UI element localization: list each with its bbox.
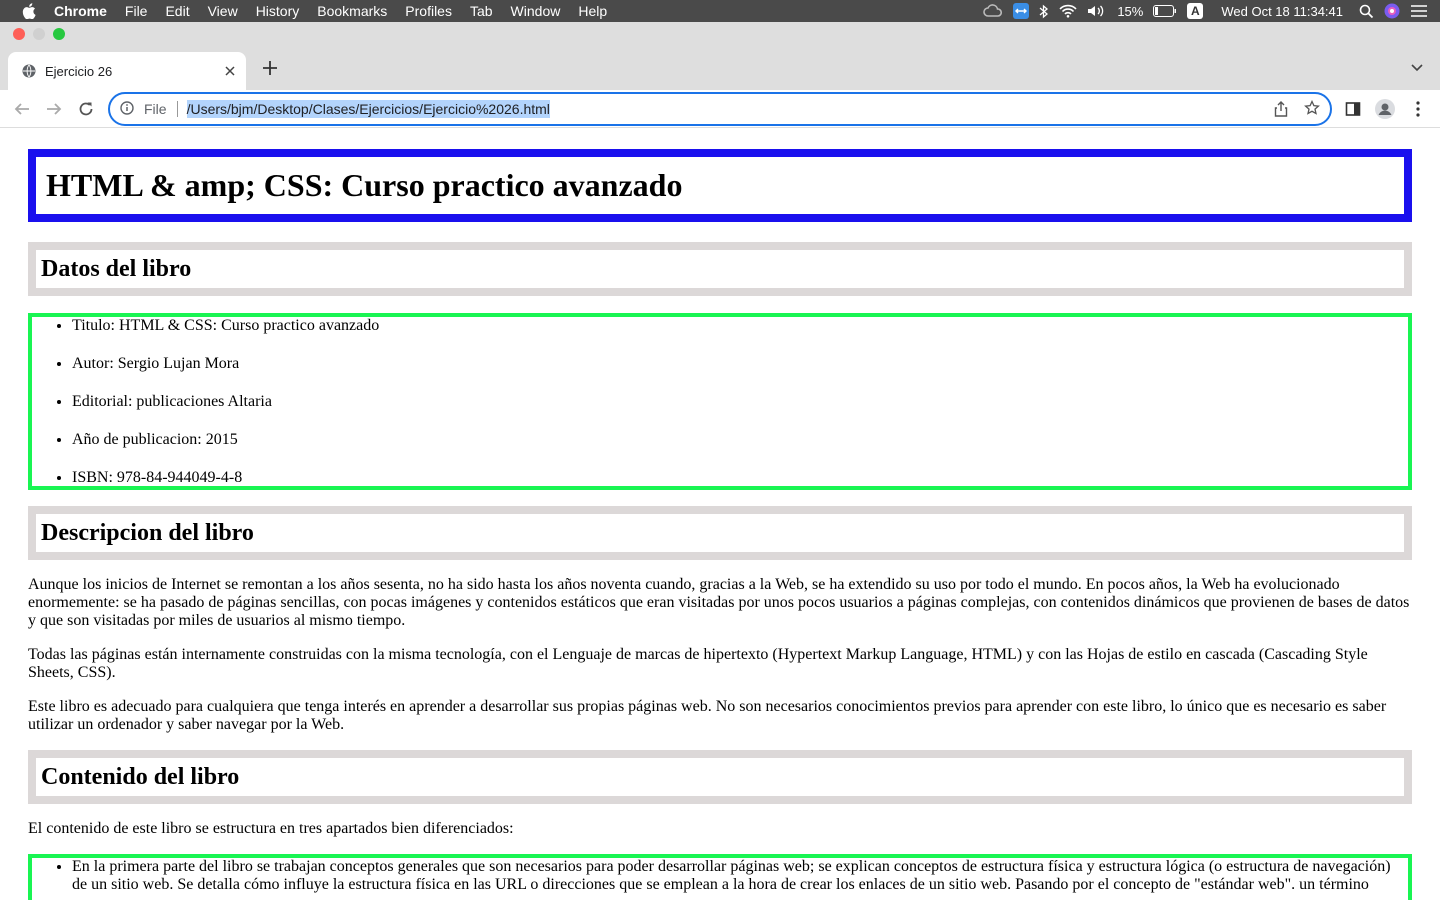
chrome-menu-icon[interactable]	[1407, 98, 1429, 120]
site-info-icon[interactable]	[120, 101, 136, 117]
apple-icon[interactable]	[20, 3, 38, 19]
list-item: ISBN: 978-84-944049-4-8	[72, 469, 1408, 487]
tab-active[interactable]: Ejercicio 26	[8, 52, 246, 90]
reload-button[interactable]	[75, 98, 97, 120]
list-item: Titulo: HTML & CSS: Curso practico avanz…	[72, 317, 1408, 335]
menu-app-name[interactable]: Chrome	[54, 0, 107, 22]
window-controls	[13, 28, 65, 40]
zoom-window-button[interactable]	[53, 28, 65, 40]
tab-search-chevron-icon[interactable]	[1410, 60, 1426, 76]
book-data-list-box: Titulo: HTML & CSS: Curso practico avanz…	[28, 313, 1412, 490]
section-heading-contenido: Contenido del libro	[41, 763, 240, 790]
battery-percent: 15%	[1117, 3, 1144, 19]
description-paragraph: Este libro es adecuado para cualquiera q…	[28, 698, 1387, 733]
siri-icon[interactable]	[1384, 3, 1400, 19]
contents-intro: El contenido de este libro se estructura…	[28, 820, 514, 837]
description-paragraph: Aunque los inicios de Internet se remont…	[28, 576, 1410, 629]
section-heading-datos: Datos del libro	[41, 255, 192, 282]
section-heading-descripcion: Descripcion del libro	[41, 519, 254, 546]
menu-profiles[interactable]: Profiles	[405, 0, 452, 22]
address-bar[interactable]: File /Users/bjm/Desktop/Clases/Ejercicio…	[108, 92, 1332, 126]
window-titlebar	[0, 22, 1440, 46]
creative-cloud-icon[interactable]	[983, 4, 1003, 18]
minimize-window-button[interactable]	[33, 28, 45, 40]
bluetooth-icon[interactable]	[1039, 4, 1049, 19]
tab-title: Ejercicio 26	[45, 63, 113, 79]
status-area: 15% A Wed Oct 18 11:34:41	[983, 0, 1428, 22]
control-center-icon[interactable]	[1410, 4, 1428, 18]
book-data-list: Titulo: HTML & CSS: Curso practico avanz…	[32, 317, 1408, 487]
input-source-icon[interactable]: A	[1187, 3, 1204, 19]
menu-bookmarks[interactable]: Bookmarks	[317, 0, 387, 22]
menu-help[interactable]: Help	[578, 0, 607, 22]
menu-window[interactable]: Window	[511, 0, 561, 22]
list-item: Editorial: publicaciones Altaria	[72, 393, 1408, 411]
url-scheme-label: File	[144, 101, 167, 117]
forward-button[interactable]	[43, 98, 65, 120]
close-tab-icon[interactable]	[222, 63, 238, 79]
menu-view[interactable]: View	[208, 0, 238, 22]
list-item: Autor: Sergio Lujan Mora	[72, 355, 1408, 373]
side-panel-icon[interactable]	[1342, 98, 1364, 120]
wifi-icon[interactable]	[1059, 4, 1077, 18]
section-heading-box: Datos del libro	[28, 242, 1412, 296]
close-window-button[interactable]	[13, 28, 25, 40]
back-button[interactable]	[11, 98, 33, 120]
section-heading-box: Contenido del libro	[28, 750, 1412, 804]
contents-list: En la primera parte del libro se trabaja…	[32, 858, 1408, 894]
page-title: HTML & amp; CSS: Curso practico avanzado	[46, 167, 683, 203]
title-box: HTML & amp; CSS: Curso practico avanzado	[28, 149, 1412, 222]
menu-history[interactable]: History	[256, 0, 300, 22]
description-paragraph: Todas las páginas están internamente con…	[28, 646, 1368, 681]
section-heading-box: Descripcion del libro	[28, 506, 1412, 560]
contents-list-box: En la primera parte del libro se trabaja…	[28, 854, 1412, 900]
page-content: HTML & amp; CSS: Curso practico avanzado…	[0, 129, 1440, 900]
teamviewer-icon[interactable]	[1013, 3, 1030, 19]
battery-icon[interactable]	[1153, 5, 1177, 17]
url-text[interactable]: /Users/bjm/Desktop/Clases/Ejercicios/Eje…	[186, 100, 550, 118]
profile-avatar-icon[interactable]	[1374, 98, 1396, 120]
menu-tab[interactable]: Tab	[470, 0, 493, 22]
browser-toolbar: File /Users/bjm/Desktop/Clases/Ejercicio…	[0, 90, 1440, 128]
globe-icon	[22, 64, 36, 78]
macos-menu-bar: Chrome File Edit View History Bookmarks …	[0, 0, 1440, 22]
volume-icon[interactable]	[1087, 4, 1107, 18]
new-tab-button[interactable]	[260, 58, 280, 78]
bookmark-star-icon[interactable]	[1304, 99, 1321, 117]
clock[interactable]: Wed Oct 18 11:34:41	[1221, 4, 1343, 19]
list-item: En la primera parte del libro se trabaja…	[72, 858, 1408, 894]
share-icon[interactable]	[1274, 101, 1290, 117]
spotlight-search-icon[interactable]	[1359, 4, 1374, 19]
menu-file[interactable]: File	[125, 0, 148, 22]
list-item: Año de publicacion: 2015	[72, 431, 1408, 449]
tab-strip: Ejercicio 26	[0, 46, 1440, 90]
menu-edit[interactable]: Edit	[165, 0, 189, 22]
url-separator	[176, 101, 178, 117]
